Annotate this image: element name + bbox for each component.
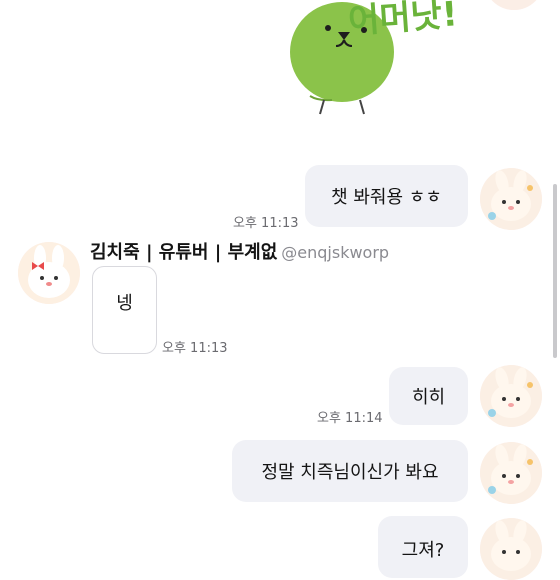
scrollbar[interactable] [553,184,557,358]
avatar[interactable] [484,0,544,10]
bunny-avatar-icon [480,365,542,427]
message-bubble-outgoing[interactable]: 히히 [389,367,468,425]
message-text: 그져? [401,540,445,561]
message-timestamp: 오후 11:13 [233,216,299,231]
message-text: 히히 [411,387,446,408]
message-bubble-outgoing[interactable]: 그져? [378,516,468,578]
avatar[interactable] [480,442,542,504]
bunny-avatar-icon [480,518,542,580]
bunny-avatar-icon [480,442,542,504]
message-timestamp: 오후 11:13 [162,341,228,356]
bunny-avatar-icon [480,168,542,230]
message-bubble-incoming[interactable]: 넹 [92,266,157,354]
message-text: 정말 치즉님이신가 봐요 [261,462,439,483]
sender-line: 김치죽 | 유튜버 | 부계없 @enqjskworp [90,238,389,264]
avatar[interactable] [480,168,542,230]
message-bubble-outgoing[interactable]: 정말 치즉님이신가 봐요 [232,440,468,502]
message-text: 넹 [116,293,133,314]
sender-handle[interactable]: @enqjskworp [281,243,389,262]
message-text: 챗 봐줘용 ㅎㅎ [331,187,442,208]
bunny-avatar-icon [18,242,80,304]
avatar[interactable] [480,365,542,427]
message-timestamp: 오후 11:14 [317,411,383,426]
sender-avatar[interactable] [18,242,80,304]
sender-name[interactable]: 김치죽 | 유튜버 | 부계없 [90,242,277,263]
bunny-avatar-icon [484,0,544,10]
avatar[interactable] [480,518,542,580]
message-bubble-outgoing[interactable]: 챗 봐줘용 ㅎㅎ [305,165,468,227]
